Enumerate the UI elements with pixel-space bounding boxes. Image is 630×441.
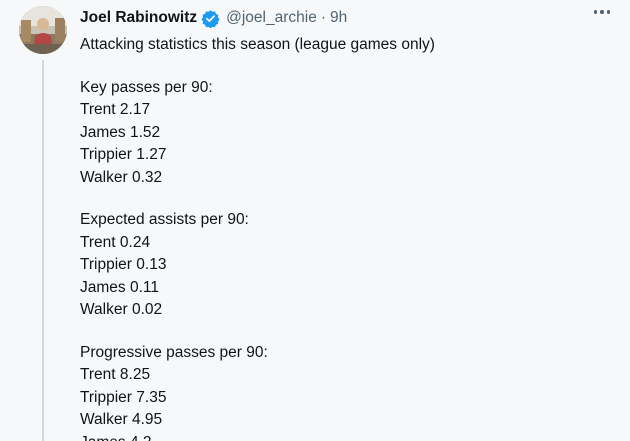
- section-heading: Expected assists per 90:: [80, 211, 249, 228]
- tweet-intro: Attacking statistics this season (league…: [80, 36, 435, 53]
- stat-line: Walker 0.32: [80, 168, 163, 186]
- stat-line: Trent 0.24: [80, 233, 151, 251]
- stat-line: Trent 2.17: [80, 101, 151, 118]
- stat-line: James 4.2: [80, 432, 610, 441]
- avatar[interactable]: [19, 6, 67, 54]
- section-heading: Key passes per 90:: [80, 78, 213, 96]
- timestamp[interactable]: 9h: [330, 9, 347, 27]
- author-name[interactable]: Joel Rabinowitz: [80, 9, 197, 27]
- stat-line: James 0.11: [80, 278, 159, 296]
- thread-line: [42, 60, 44, 441]
- section-heading: Progressive passes per 90:: [80, 343, 268, 361]
- author-handle[interactable]: @joel_archie: [226, 9, 317, 27]
- stat-line: Trippier 1.27: [80, 146, 167, 163]
- stat-line: James 1.52: [80, 123, 161, 141]
- more-dot: [606, 10, 610, 14]
- profile-photo: [19, 6, 67, 54]
- stat-line: Trent 8.25: [80, 366, 151, 383]
- more-options-icon[interactable]: [593, 10, 610, 14]
- tweet-text: Attacking statistics this season (league…: [80, 34, 610, 441]
- stat-line: Trippier 7.35: [80, 388, 167, 406]
- verified-badge-icon: [201, 9, 220, 28]
- stat-line: Walker 0.02: [80, 301, 163, 318]
- more-dot: [593, 10, 597, 14]
- tweet-header: Joel Rabinowitz @joel_archie · 9h: [80, 7, 347, 29]
- tweet-card: Joel Rabinowitz @joel_archie · 9h Attack…: [0, 0, 630, 441]
- separator-dot: ·: [320, 9, 326, 26]
- more-dot: [600, 10, 604, 14]
- stat-line: Trippier 0.13: [80, 256, 167, 273]
- stat-line: Walker 4.95: [80, 411, 163, 428]
